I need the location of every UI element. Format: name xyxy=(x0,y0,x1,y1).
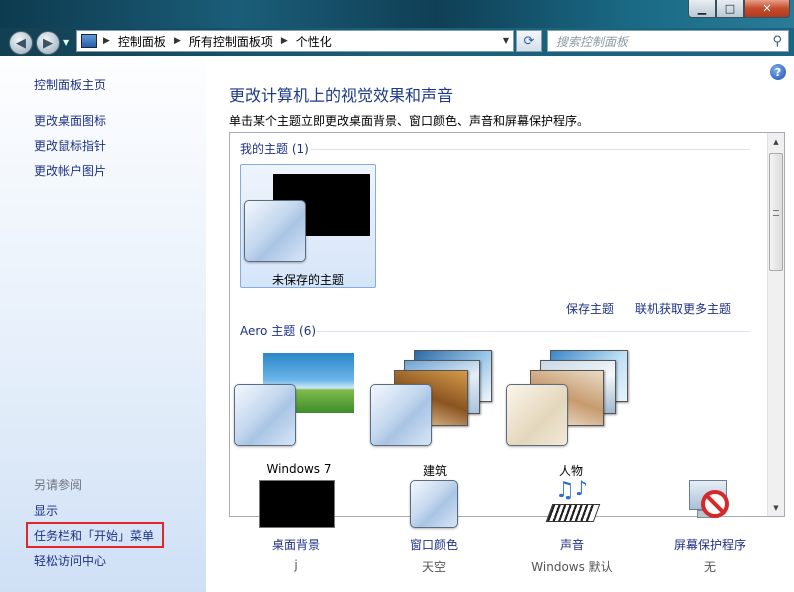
chevron-right-icon[interactable]: ▶ xyxy=(281,36,288,46)
get-more-themes-link[interactable]: 联机获取更多主题 xyxy=(635,300,731,317)
desktop-background-value: j xyxy=(294,558,298,572)
screen-saver-value: 无 xyxy=(703,560,716,574)
aero-theme-characters[interactable]: 人物 xyxy=(506,350,636,478)
control-panel-icon xyxy=(81,34,97,48)
desktop-background-label[interactable]: 桌面背景 xyxy=(241,536,351,553)
window-color-value: 天空 xyxy=(421,560,446,574)
refresh-button[interactable]: ⟳ xyxy=(516,30,542,52)
minimize-button[interactable]: ▁ xyxy=(688,0,716,18)
screen-saver-icon xyxy=(685,478,735,528)
window-glass-preview xyxy=(506,384,568,446)
theme-list-scrollbar[interactable]: ▲ ▼ xyxy=(767,133,784,516)
unsaved-theme-label: 未保存的主题 xyxy=(271,273,344,287)
aero-theme-label: Windows 7 xyxy=(266,462,332,476)
divider xyxy=(310,149,750,150)
ease-of-access-link[interactable]: 轻松访问中心 xyxy=(34,552,106,569)
aero-theme-architecture[interactable]: 建筑 xyxy=(370,350,500,478)
search-placeholder: 搜索控制面板 xyxy=(556,34,629,49)
forward-arrow-icon: ▶ xyxy=(43,35,53,51)
sounds-label[interactable]: 声音 xyxy=(517,536,627,553)
change-desktop-icons-link[interactable]: 更改桌面图标 xyxy=(34,112,106,129)
page-title: 更改计算机上的视觉效果和声音 xyxy=(229,86,454,105)
aero-theme-windows7[interactable]: Windows 7 xyxy=(234,350,364,476)
sounds-value: Windows 默认 xyxy=(531,560,613,574)
search-icon[interactable]: ⚲ xyxy=(772,34,782,49)
screen-saver-item[interactable]: 屏幕保护程序 无 xyxy=(655,476,765,592)
chevron-right-icon[interactable]: ▶ xyxy=(103,36,110,46)
search-input[interactable]: 搜索控制面板 ⚲ xyxy=(547,30,789,52)
my-themes-heading: 我的主题 (1) xyxy=(240,142,309,156)
history-dropdown-icon[interactable]: ▼ xyxy=(63,38,69,47)
desktop-background-item[interactable]: 桌面背景 j xyxy=(241,476,351,592)
breadcrumb-control-panel[interactable]: 控制面板 xyxy=(118,33,166,50)
sidebar-home-link[interactable]: 控制面板主页 xyxy=(34,76,106,93)
theme-list[interactable]: 我的主题 (1) 未保存的主题 保存主题 联机获取更多主题 Aero 主题 (6… xyxy=(229,132,785,517)
sidebar: 控制面板主页 更改桌面图标 更改鼠标指针 更改帐户图片 另请参阅 显示 任务栏和… xyxy=(0,56,206,592)
refresh-icon: ⟳ xyxy=(523,33,535,49)
page-description: 单击某个主题立即更改桌面背景、窗口颜色、声音和屏幕保护程序。 xyxy=(229,114,590,128)
desktop-background-preview xyxy=(259,480,335,528)
unsaved-theme-tile[interactable]: 未保存的主题 xyxy=(240,164,376,288)
window-glass-preview xyxy=(234,384,296,446)
chevron-down-icon[interactable]: ▼ xyxy=(503,36,509,45)
highlight-box xyxy=(26,522,164,548)
main-panel: ? 更改计算机上的视觉效果和声音 单击某个主题立即更改桌面背景、窗口颜色、声音和… xyxy=(206,56,794,592)
window-glass-preview xyxy=(370,384,432,446)
save-theme-link[interactable]: 保存主题 xyxy=(566,300,614,317)
help-icon[interactable]: ? xyxy=(770,64,786,80)
forward-button[interactable]: ▶ xyxy=(36,31,60,55)
maximize-button[interactable]: □ xyxy=(716,0,744,18)
see-also-heading: 另请参阅 xyxy=(34,478,83,492)
change-account-picture-link[interactable]: 更改帐户图片 xyxy=(34,162,106,179)
divider xyxy=(316,331,750,332)
breadcrumb-all-items[interactable]: 所有控制面板项 xyxy=(189,33,273,50)
change-mouse-pointer-link[interactable]: 更改鼠标指针 xyxy=(34,137,106,154)
close-button[interactable]: ✕ xyxy=(744,0,790,18)
screen-saver-label[interactable]: 屏幕保护程序 xyxy=(655,536,765,553)
scroll-thumb[interactable] xyxy=(769,153,783,271)
window-color-item[interactable]: 窗口颜色 天空 xyxy=(379,476,489,592)
window-color-label[interactable]: 窗口颜色 xyxy=(379,536,489,553)
back-arrow-icon: ◀ xyxy=(16,35,26,51)
scroll-up-arrow-icon[interactable]: ▲ xyxy=(768,133,784,150)
title-bar: ▁ □ ✕ xyxy=(0,0,794,28)
back-button[interactable]: ◀ xyxy=(9,31,33,55)
window-color-icon xyxy=(410,480,458,528)
display-link[interactable]: 显示 xyxy=(34,502,58,519)
scroll-down-arrow-icon[interactable]: ▼ xyxy=(768,499,784,516)
window-glass-preview xyxy=(244,200,306,262)
breadcrumb-personalization[interactable]: 个性化 xyxy=(296,33,332,50)
sound-icon: ♫ ♪ xyxy=(545,476,601,528)
aero-themes-heading: Aero 主题 (6) xyxy=(240,324,317,338)
address-field[interactable]: ▶ 控制面板 ▶ 所有控制面板项 ▶ 个性化 ▼ xyxy=(76,30,514,52)
chevron-right-icon[interactable]: ▶ xyxy=(174,36,181,46)
sounds-item[interactable]: ♫ ♪ 声音 Windows 默认 xyxy=(517,476,627,592)
